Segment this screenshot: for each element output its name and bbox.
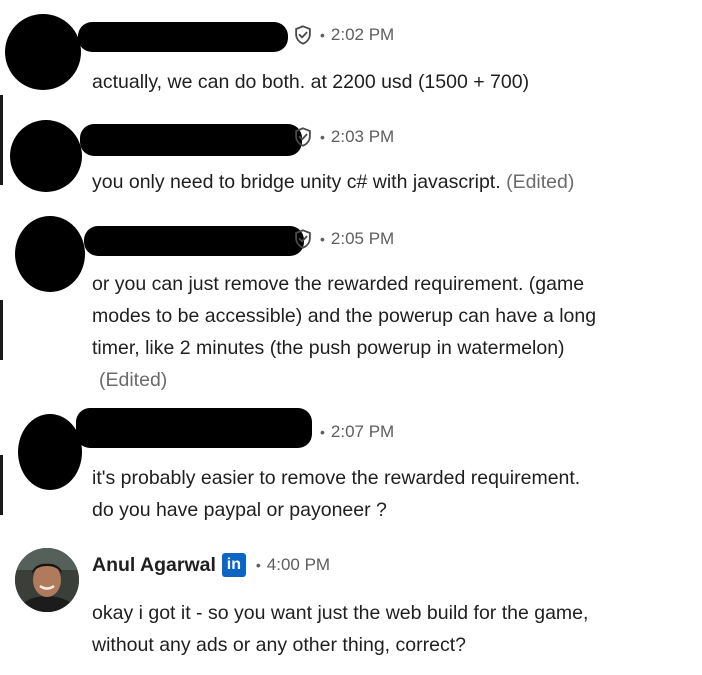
shield-check-icon [295,127,311,147]
message-meta: • 2:03 PM [295,126,395,148]
redacted-avatar [18,414,82,490]
message-meta: • 2:05 PM [295,228,395,250]
message-item: • 2:07 PM it's probably easier to remove… [0,400,702,535]
message-item: • 2:02 PM actually, we can do both. at 2… [0,0,702,110]
message-line: modes to be accessible) and the powerup … [92,305,597,327]
meta-separator: • [255,557,261,573]
message-thread: • 2:02 PM actually, we can do both. at 2… [0,0,702,675]
redacted-avatar [10,120,82,192]
message-time: 2:02 PM [330,25,395,44]
meta-separator: • [320,27,325,43]
redacted-sender-name [76,408,312,448]
sender-name[interactable]: Anul Agarwal [92,554,216,577]
message-body: actually, we can do both. at 2200 usd (1… [92,71,530,93]
edited-label: (Edited) [99,369,168,391]
message-meta: • 2:02 PM [292,24,394,46]
message-text: okay i got it - so you want just the web… [92,597,692,661]
message-item: • 2:05 PM or you can just remove the rew… [0,210,702,400]
edited-label: (Edited) [506,171,575,193]
message-text: actually, we can do both. at 2200 usd (1… [92,66,692,98]
redacted-sender-name [80,124,302,156]
linkedin-badge-icon[interactable]: in [221,553,246,577]
shield-check-icon [295,229,311,249]
avatar-photo [15,548,79,612]
redacted-avatar [5,14,81,90]
message-text: or you can just remove the rewarded requ… [92,268,692,396]
meta-separator: • [320,231,325,247]
message-meta: • 2:07 PM [318,422,394,442]
meta-separator: • [320,129,325,145]
shield-check-icon [295,25,311,45]
message-time: 2:05 PM [330,229,395,248]
message-line: okay i got it - so you want just the web… [92,602,589,624]
message-time: 4:00 PM [266,555,331,574]
message-item: • 2:03 PM you only need to bridge unity … [0,110,702,210]
meta-separator: • [320,424,325,440]
message-line: timer, like 2 minutes (the push powerup … [92,337,565,359]
message-time: 2:03 PM [330,127,395,146]
message-meta: • 4:00 PM [254,555,330,575]
message-body: you only need to bridge unity c# with ja… [92,171,501,193]
message-text: you only need to bridge unity c# with ja… [92,166,692,198]
redacted-sender-name [84,226,304,256]
message-line: or you can just remove the rewarded requ… [92,273,585,295]
avatar[interactable] [15,548,79,612]
redacted-sender-name [78,22,288,52]
message-line: without any ads or any other thing, corr… [92,634,466,656]
message-line: it's probably easier to remove the rewar… [92,467,581,489]
message-line: do you have paypal or payoneer ? [92,499,387,521]
message-text: it's probably easier to remove the rewar… [92,462,692,526]
message-time: 2:07 PM [330,422,395,441]
sender-header: Anul Agarwal in • 4:00 PM [92,553,330,577]
redacted-avatar [15,216,85,292]
